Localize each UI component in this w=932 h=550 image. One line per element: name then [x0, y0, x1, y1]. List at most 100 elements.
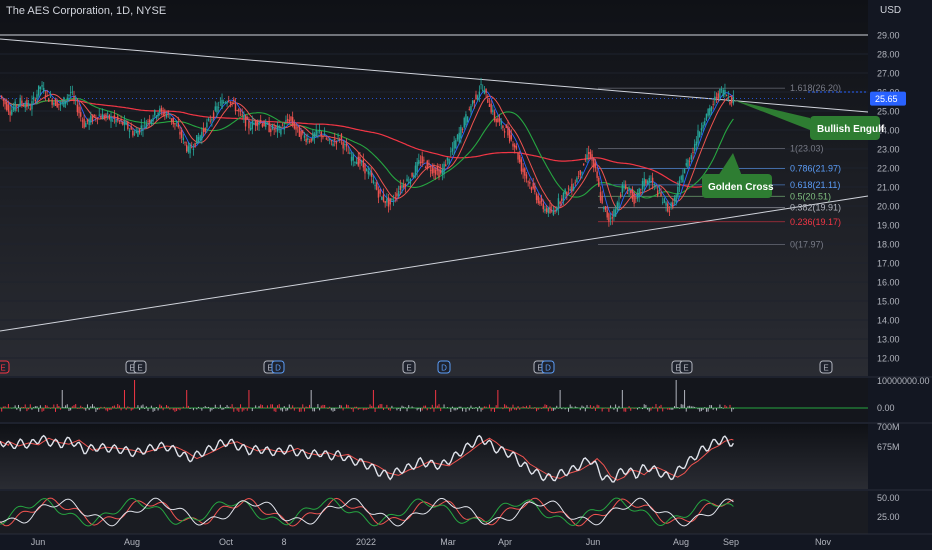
- candle-body: [291, 117, 294, 125]
- candle-body: [123, 120, 126, 125]
- candle-body: [83, 118, 85, 128]
- time-axis-tick-label: Apr: [498, 537, 512, 547]
- price-axis[interactable]: [868, 0, 932, 550]
- candle-body: [544, 209, 546, 211]
- dmi-pane[interactable]: [0, 491, 868, 534]
- candle-body: [322, 136, 324, 138]
- candle-body: [557, 198, 560, 209]
- sub-pane-tick-label: 10000000.00: [877, 376, 930, 386]
- candle-body: [441, 168, 444, 175]
- candle-body: [265, 121, 267, 127]
- candle-body: [246, 117, 248, 120]
- fib-level-label: 0.786(21.97): [790, 164, 841, 174]
- candle-body: [273, 128, 275, 130]
- sub-pane-tick-label: 675M: [877, 442, 900, 452]
- candle-body: [14, 101, 16, 111]
- candle-body: [147, 120, 149, 122]
- candle-body: [110, 116, 112, 122]
- candle-body: [214, 106, 216, 111]
- candle-body: [43, 87, 45, 93]
- candle-body: [122, 121, 124, 125]
- candle-body: [606, 210, 608, 218]
- candle-body: [626, 192, 629, 194]
- candle-body: [461, 129, 464, 130]
- golden-cross-label: Golden Cross: [708, 182, 774, 193]
- candle-body: [520, 159, 523, 172]
- sub-pane-tick-label: 700M: [877, 422, 900, 432]
- price-axis-tick-label: 23.00: [877, 145, 900, 155]
- price-axis-tick-label: 27.00: [877, 69, 900, 79]
- candle-body: [392, 200, 395, 202]
- candle-body: [328, 139, 331, 141]
- candle-body: [569, 189, 571, 191]
- candle-body: [630, 190, 632, 194]
- candle-body: [522, 168, 524, 173]
- candle-body: [603, 206, 605, 210]
- candle-body: [376, 182, 378, 190]
- candle-body: [352, 154, 354, 161]
- candle-body: [549, 206, 551, 213]
- candle-body: [101, 114, 104, 120]
- candle-body: [223, 102, 225, 104]
- volume-pane[interactable]: [0, 378, 868, 422]
- candle-body: [86, 118, 89, 122]
- candle-body: [404, 184, 407, 187]
- candle-body: [105, 114, 107, 118]
- candle-body: [567, 188, 570, 190]
- candle-body: [125, 122, 127, 125]
- candle-body: [552, 210, 555, 215]
- candle-body: [142, 130, 144, 132]
- candle-body: [722, 90, 724, 97]
- candle-body: [394, 197, 396, 199]
- candle-body: [137, 130, 139, 137]
- candle-body: [487, 99, 489, 103]
- candle-body: [503, 131, 506, 133]
- candle-body: [608, 213, 610, 222]
- candle-body: [254, 121, 257, 126]
- candle-body: [519, 155, 521, 163]
- candle-body: [317, 131, 319, 133]
- candle-body: [646, 180, 649, 185]
- candle-body: [530, 187, 533, 191]
- candle-body: [433, 168, 435, 173]
- candle-body: [411, 173, 413, 177]
- candle-body: [621, 184, 624, 193]
- candle-body: [455, 139, 457, 149]
- time-axis-tick-label: Aug: [124, 537, 140, 547]
- candle-body: [196, 135, 198, 144]
- candle-body: [458, 132, 460, 142]
- obv-pane[interactable]: [0, 424, 868, 489]
- candle-body: [502, 125, 504, 128]
- candle-body: [709, 108, 711, 116]
- candle-body: [542, 203, 544, 210]
- candle-body: [302, 130, 304, 134]
- candle-body: [371, 172, 373, 177]
- candle-body: [349, 152, 351, 154]
- candle-body: [453, 141, 455, 149]
- chart-canvas[interactable]: 29.0028.0027.0026.0025.0024.0023.0022.00…: [0, 0, 932, 550]
- candle-body: [635, 197, 637, 199]
- price-axis-tick-label: 22.00: [877, 164, 900, 174]
- candle-body: [172, 117, 174, 125]
- candle-body: [369, 171, 371, 175]
- candle-body: [298, 126, 301, 137]
- candle-body: [71, 91, 74, 93]
- last-price-label: 25.65: [875, 94, 898, 104]
- sub-pane-tick-label: 50.00: [877, 493, 900, 503]
- candle-body: [601, 195, 603, 204]
- candle-body: [594, 162, 597, 169]
- candle-body: [303, 135, 306, 138]
- candle-body: [724, 90, 726, 95]
- candle-body: [135, 130, 137, 133]
- price-axis-tick-label: 21.00: [877, 183, 900, 193]
- candle-body: [26, 100, 28, 107]
- candle-body: [231, 101, 233, 103]
- candle-body: [315, 129, 317, 136]
- candle-body: [130, 126, 132, 130]
- candle-body: [475, 94, 477, 100]
- candle-body: [687, 159, 689, 168]
- candle-body: [710, 106, 713, 112]
- candle-body: [476, 95, 479, 101]
- candle-body: [554, 210, 556, 212]
- candle-body: [619, 194, 622, 198]
